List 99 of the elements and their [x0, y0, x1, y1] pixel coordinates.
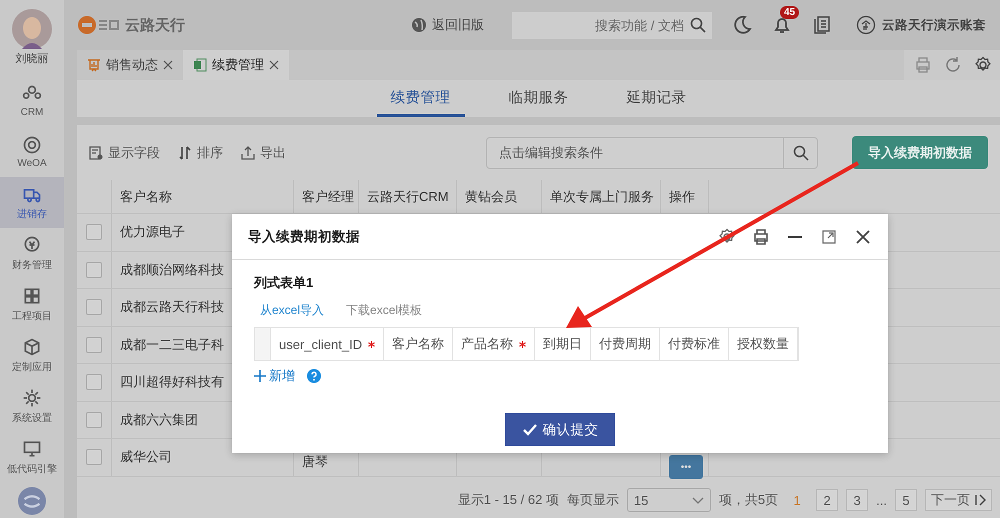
table-cell: 唐琴: [302, 452, 328, 470]
print-icon[interactable]: [752, 228, 770, 246]
spreadsheet-icon: [193, 58, 207, 72]
logo-text: 云路天行: [125, 16, 185, 34]
tab[interactable]: 从excel导入: [260, 302, 324, 319]
module-icon: [22, 439, 42, 459]
sidebar-item[interactable]: 定制应用: [0, 330, 64, 381]
table-cell: 成都一二三电子科: [120, 336, 224, 354]
column-header: 付费周期: [599, 335, 652, 353]
export-icon: [241, 146, 255, 160]
checkbox[interactable]: [86, 262, 102, 278]
search-input[interactable]: 点击编辑搜索条件: [487, 138, 783, 168]
search-icon: [690, 16, 706, 32]
column-header: 到期日: [543, 335, 582, 353]
toolbar-button[interactable]: 导出: [239, 144, 288, 162]
sidebar-item[interactable]: 工程项目: [0, 279, 64, 330]
moon-icon[interactable]: [732, 15, 752, 35]
column-header: user_client_ID: [279, 336, 362, 352]
more-button[interactable]: •••: [669, 455, 703, 480]
module-icon: [22, 134, 42, 154]
column-header: 客户经理: [294, 180, 359, 213]
user-name: 刘晓丽: [16, 52, 48, 66]
search-field[interactable]: 搜索功能 / 文档: [512, 12, 712, 38]
submit-button[interactable]: 确认提交: [505, 413, 615, 446]
tab[interactable]: 续费管理: [183, 50, 289, 80]
sort-icon: [178, 146, 192, 160]
logo-icon: [77, 15, 121, 35]
table-cell: 成都云路天行科技: [120, 298, 224, 316]
module-icon: [22, 388, 42, 408]
sidebar-item[interactable]: 系统设置: [0, 381, 64, 432]
table-cell: 优力源电子: [120, 223, 185, 242]
account-name[interactable]: 云路天行演示账套: [882, 16, 986, 34]
page-button[interactable]: 2: [816, 489, 838, 511]
toolbar-button[interactable]: 显示字段: [87, 144, 162, 162]
settings-icon[interactable]: [718, 228, 736, 246]
table-cell: 四川超得好科技有: [120, 373, 224, 392]
pager-summary: 显示1 - 15 / 62 项: [458, 491, 559, 509]
add-link[interactable]: 新增: [254, 367, 295, 385]
module-icon: [22, 337, 42, 357]
table-cell: 成都顺治网络科技: [120, 260, 224, 279]
per-page-label: 每页显示: [566, 491, 619, 509]
import-button[interactable]: 导入续费期初数据: [852, 136, 988, 169]
page-button[interactable]: 5: [895, 489, 917, 511]
close-icon[interactable]: [269, 60, 279, 70]
toolbar-button[interactable]: 排序: [176, 144, 225, 162]
tab[interactable]: 延期记录: [612, 80, 700, 117]
table-cell: 成都六六集团: [120, 410, 198, 429]
sidebar-item[interactable]: 进销存: [0, 177, 64, 228]
per-page-select[interactable]: 15: [626, 488, 711, 512]
checkbox[interactable]: [86, 224, 102, 240]
checkbox[interactable]: [86, 449, 102, 466]
help-icon[interactable]: [307, 369, 321, 383]
check-icon: [522, 422, 538, 438]
column-header: 操作: [661, 180, 709, 213]
maximize-icon[interactable]: [820, 228, 838, 246]
fields-icon: [89, 146, 103, 160]
sidebar-item[interactable]: 低代码引擎: [0, 432, 64, 483]
column-header: 客户名称: [112, 180, 294, 213]
checkbox[interactable]: [86, 412, 102, 428]
column-header: 付费标准: [668, 335, 720, 353]
notification-badge: 45: [780, 6, 800, 19]
avatar[interactable]: [12, 9, 52, 49]
page-ellipsis: ...: [876, 492, 887, 508]
search-field[interactable]: 点击编辑搜索条件: [486, 136, 818, 168]
column-header: 单次专属上门服务: [542, 180, 661, 213]
plus-icon: [254, 370, 266, 382]
close-icon[interactable]: [163, 60, 173, 70]
next-icon: [974, 494, 986, 506]
checkbox[interactable]: [86, 299, 102, 316]
module-icon: [22, 286, 42, 306]
sidebar-item[interactable]: 财务管理: [0, 228, 64, 279]
checkbox[interactable]: [86, 336, 102, 353]
bell-icon[interactable]: [772, 15, 792, 35]
column-header: 云路天行CRM: [359, 180, 457, 213]
table-cell: 威华公司: [120, 448, 172, 466]
settings-icon[interactable]: [974, 56, 992, 74]
sidebar-item[interactable]: WeOA: [0, 126, 64, 177]
sidebar-item[interactable]: CRM: [0, 75, 64, 126]
column-header: 黄钻会员: [457, 180, 542, 213]
close-icon[interactable]: [854, 228, 872, 246]
next-page-button[interactable]: 下一页: [925, 489, 992, 511]
document-icon[interactable]: [812, 15, 832, 35]
tab[interactable]: 续费管理: [376, 80, 464, 117]
refresh-icon[interactable]: [944, 56, 962, 74]
tab[interactable]: 下载excel模板: [346, 302, 422, 319]
tab[interactable]: 临期服务: [494, 80, 582, 117]
column-header: 产品名称: [461, 335, 514, 353]
page-button[interactable]: 3: [846, 489, 868, 511]
search-icon: [792, 144, 808, 160]
chart-icon: [87, 58, 101, 72]
page-count: 项，共5页: [718, 491, 778, 509]
back-link[interactable]: 返回旧版: [411, 16, 484, 34]
float-ball-icon[interactable]: [18, 487, 46, 515]
checkbox[interactable]: [86, 374, 102, 390]
tab[interactable]: 销售动态: [77, 50, 183, 80]
section-title: 列式表单1: [254, 274, 314, 292]
dialog-title: 导入续费期初数据: [248, 228, 360, 246]
column-header: 客户名称: [392, 335, 444, 353]
column-header: 授权数量: [737, 335, 790, 353]
